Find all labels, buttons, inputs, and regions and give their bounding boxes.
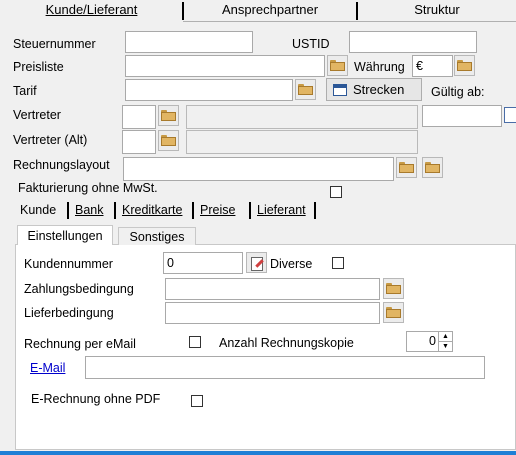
email-link[interactable]: E-Mail — [30, 361, 65, 375]
tab-struktur[interactable]: Struktur — [358, 0, 516, 19]
steuernummer-label: Steuernummer — [13, 37, 96, 51]
zahlungsbedingung-label: Zahlungsbedingung — [24, 282, 134, 296]
kundennummer-label: Kundennummer — [24, 257, 113, 271]
preisliste-input[interactable] — [125, 55, 325, 77]
vertreter-alt-lookup-button[interactable] — [158, 130, 179, 151]
tab-sonstiges[interactable]: Sonstiges — [118, 227, 196, 245]
tarif-input[interactable] — [125, 79, 293, 101]
strecken-icon — [333, 83, 347, 96]
folder-icon — [161, 110, 176, 121]
subtab-kreditkarte[interactable]: Kreditkarte — [117, 200, 187, 220]
e-rechnung-checkbox[interactable] — [191, 395, 203, 407]
zahlungsbedingung-input[interactable] — [165, 278, 380, 300]
vertreter-label: Vertreter — [13, 108, 61, 122]
tab-ansprechpartner[interactable]: Ansprechpartner — [185, 0, 355, 19]
preisliste-lookup-button[interactable] — [327, 55, 348, 76]
folder-icon — [386, 283, 401, 294]
rechnung-email-checkbox[interactable] — [189, 336, 201, 348]
tab-underline — [0, 21, 183, 22]
folder-icon — [425, 162, 440, 173]
subtab-kunde[interactable]: Kunde — [15, 200, 61, 220]
rechnungslayout-open-button[interactable] — [422, 157, 443, 178]
waehrung-input[interactable] — [412, 55, 453, 77]
tab-separator — [67, 202, 69, 219]
diverse-checkbox[interactable] — [332, 257, 344, 269]
rechnung-email-label: Rechnung per eMail — [24, 337, 136, 351]
folder-icon — [399, 162, 414, 173]
vertreter-lookup-button[interactable] — [158, 105, 179, 126]
rechnungslayout-lookup-button[interactable] — [396, 157, 417, 178]
anzahl-kopie-spinner[interactable]: 0 ▲ ▼ — [406, 331, 453, 352]
tab-kunde-lieferant[interactable]: Kunde/Lieferant — [0, 0, 183, 19]
tab-separator — [182, 2, 184, 20]
strecken-button[interactable]: Strecken — [326, 78, 422, 101]
tab-separator — [314, 202, 316, 219]
rechnungslayout-input[interactable] — [123, 157, 394, 181]
bottom-accent-bar — [0, 451, 516, 455]
gueltig-ab-label: Gültig ab: — [431, 85, 485, 99]
waehrung-lookup-button[interactable] — [454, 55, 475, 76]
tab-separator — [356, 2, 358, 20]
calendar-icon[interactable] — [504, 107, 516, 123]
subtab-preise[interactable]: Preise — [195, 200, 240, 220]
kundennummer-input[interactable] — [163, 252, 243, 274]
subtab-lieferant[interactable]: Lieferant — [252, 200, 311, 220]
vertreter-name-display — [186, 105, 418, 129]
tarif-lookup-button[interactable] — [295, 79, 316, 100]
waehrung-label: Währung — [354, 60, 405, 74]
diverse-label: Diverse — [270, 257, 313, 271]
fakturierung-checkbox[interactable] — [330, 186, 342, 198]
rechnungslayout-label: Rechnungslayout — [13, 158, 110, 172]
tab-separator — [114, 202, 116, 219]
tarif-label: Tarif — [13, 84, 37, 98]
folder-icon — [161, 135, 176, 146]
folder-icon — [457, 60, 472, 71]
lieferbedingung-input[interactable] — [165, 302, 380, 324]
vertreter-alt-label: Vertreter (Alt) — [13, 133, 88, 147]
gueltig-ab-input[interactable] — [422, 105, 502, 127]
lieferbedingung-lookup-button[interactable] — [383, 302, 404, 323]
lieferbedingung-label: Lieferbedingung — [24, 306, 114, 320]
anzahl-kopie-label: Anzahl Rechnungskopie — [219, 336, 354, 350]
tab-baseline — [183, 21, 516, 22]
zahlungsbedingung-lookup-button[interactable] — [383, 278, 404, 299]
spin-up-icon[interactable]: ▲ — [438, 332, 452, 342]
folder-icon — [298, 84, 313, 95]
email-input[interactable] — [85, 356, 485, 379]
preisliste-label: Preisliste — [13, 60, 64, 74]
vertreter-alt-input[interactable] — [122, 130, 156, 154]
e-rechnung-label: E-Rechnung ohne PDF — [31, 392, 161, 406]
kundennummer-edit-icon[interactable] — [246, 252, 267, 273]
subtab-bank[interactable]: Bank — [70, 200, 109, 220]
folder-icon — [330, 60, 345, 71]
tab-einstellungen[interactable]: Einstellungen — [17, 225, 113, 245]
steuernummer-input[interactable] — [125, 31, 253, 53]
top-tab-bar: Kunde/Lieferant Ansprechpartner Struktur — [0, 0, 516, 22]
ustid-label: USTID — [292, 37, 330, 51]
folder-icon — [386, 307, 401, 318]
ustid-input[interactable] — [349, 31, 477, 53]
fakturierung-label: Fakturierung ohne MwSt. — [18, 181, 158, 195]
vertreter-input[interactable] — [122, 105, 156, 129]
tab-separator — [192, 202, 194, 219]
tab-separator — [249, 202, 251, 219]
spin-down-icon[interactable]: ▼ — [438, 342, 452, 351]
anzahl-kopie-value: 0 — [429, 334, 436, 348]
vertreter-alt-name-display — [186, 130, 418, 154]
